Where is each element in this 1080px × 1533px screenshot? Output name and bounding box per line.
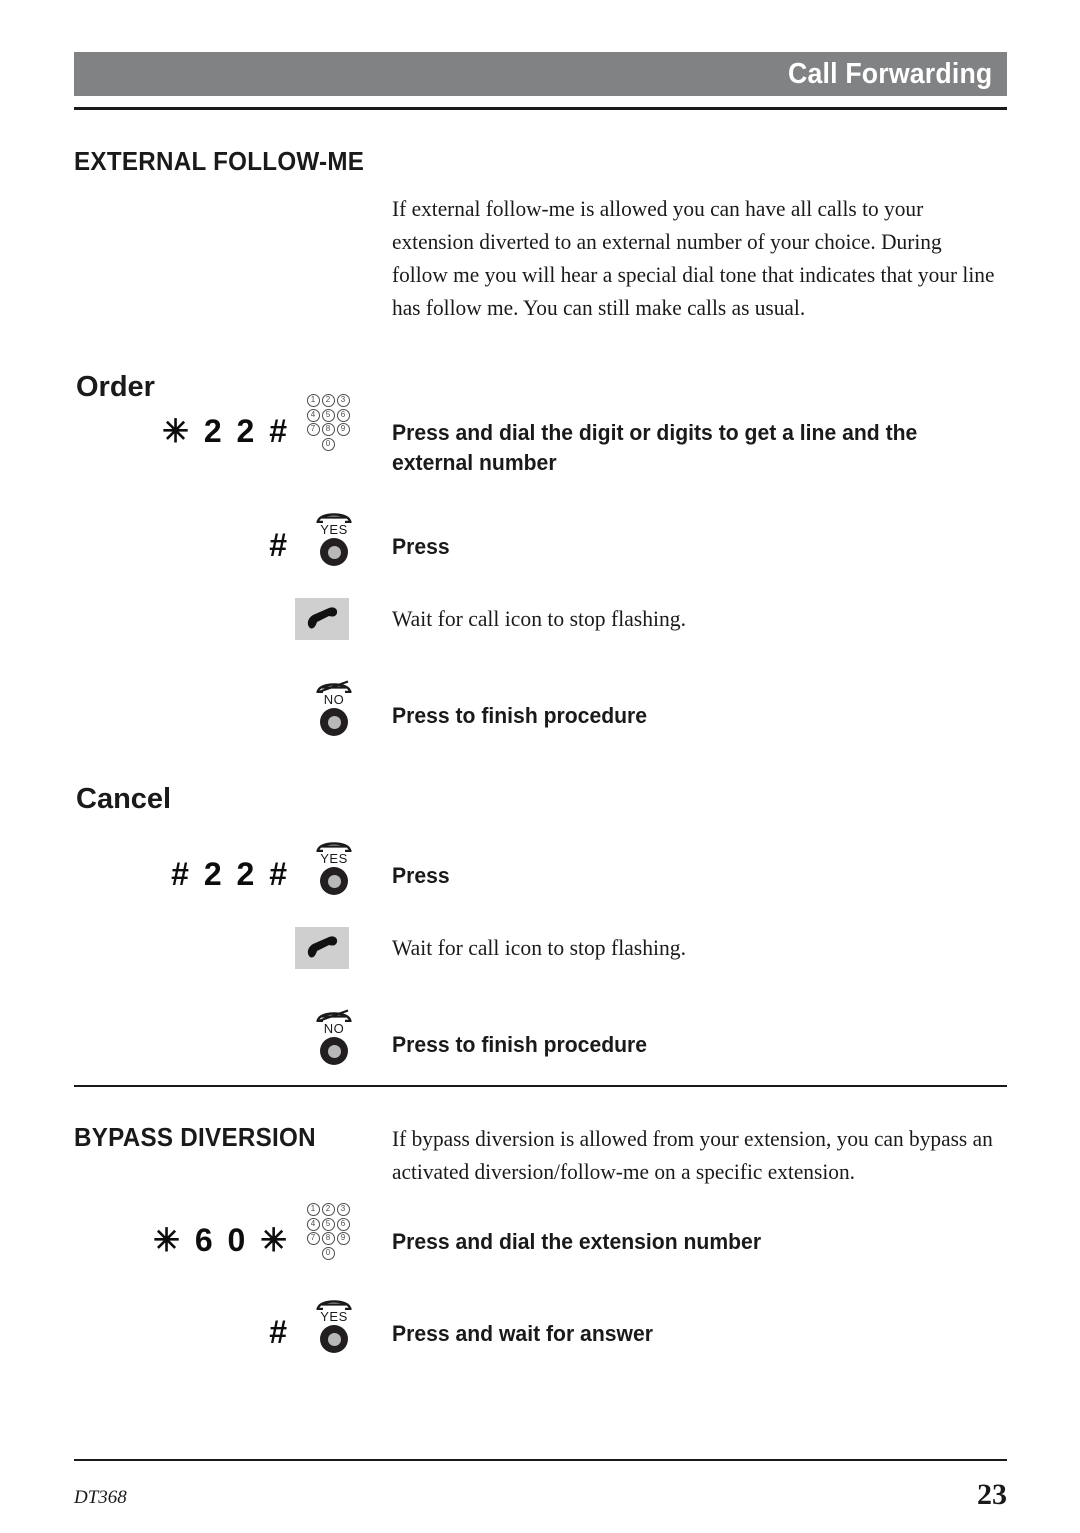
no-button-knob xyxy=(320,1037,348,1065)
keypad-key: 3 xyxy=(336,394,350,407)
yes-button-icon: YES xyxy=(307,838,361,900)
keypad-key: 8 xyxy=(321,423,335,436)
keypad-key: 7 xyxy=(306,423,320,436)
yes-button-label: YES xyxy=(320,851,348,866)
order-step-2-code: # xyxy=(269,527,290,563)
handset-crossed-icon xyxy=(307,1008,361,1022)
yes-button-icon: YES xyxy=(307,509,361,571)
order-step-2-instruction: Press xyxy=(392,534,450,559)
handset-crossed-icon xyxy=(307,679,361,693)
keypad-key-zero: 0 xyxy=(321,437,335,451)
handset-icon xyxy=(307,1296,361,1310)
keypad-key: 6 xyxy=(336,408,350,422)
cancel-step-1-code: # 2 2 # xyxy=(171,856,290,892)
yes-button-label: YES xyxy=(320,1309,348,1324)
yes-button-icon: YES xyxy=(307,1296,361,1358)
no-button-icon: NO xyxy=(307,679,361,741)
keypad-icon: 1 2 3 4 5 6 7 8 9 0 xyxy=(305,1203,351,1261)
keypad-key: 1 xyxy=(306,394,320,407)
bypass-step-1-instruction: Press and dial the extension number xyxy=(392,1229,762,1254)
page-header-title: Call Forwarding xyxy=(787,57,993,90)
cancel-step-3-instruction: Press to finish procedure xyxy=(392,1032,648,1057)
call-handset-icon xyxy=(295,598,349,640)
subsection-heading-cancel: Cancel xyxy=(76,783,172,815)
no-button-label: NO xyxy=(323,692,345,707)
subsection-heading-order: Order xyxy=(76,371,155,403)
order-step-3-instruction: Wait for call icon to stop flashing. xyxy=(392,606,686,631)
bypass-diversion-description: If bypass diversion is allowed from your… xyxy=(392,1126,993,1184)
keypad-icon: 1 2 3 4 5 6 7 8 9 0 xyxy=(305,394,351,452)
page-number: 23 xyxy=(977,1478,1007,1511)
section-divider xyxy=(74,1085,1007,1087)
yes-button-knob xyxy=(320,867,348,895)
keypad-key: 2 xyxy=(321,1203,335,1216)
keypad-key: 4 xyxy=(306,1217,320,1231)
handset-icon xyxy=(307,838,361,852)
order-step-4-instruction: Press to finish procedure xyxy=(392,703,648,728)
keypad-key: 1 xyxy=(306,1203,320,1216)
bypass-step-1-code: ✳ 6 0 ✳ xyxy=(153,1222,290,1258)
no-button-icon: NO xyxy=(307,1008,361,1070)
order-step-1-instruction: Press and dial the digit or digits to ge… xyxy=(392,420,918,475)
yes-button-label: YES xyxy=(320,522,348,537)
order-step-1-code: ✳ 2 2 # xyxy=(162,413,290,449)
keypad-key-zero: 0 xyxy=(321,1246,335,1260)
call-handset-icon xyxy=(295,927,349,969)
bypass-step-2-instruction: Press and wait for answer xyxy=(392,1321,653,1346)
bypass-step-2-code: # xyxy=(269,1314,290,1350)
section-heading-bypass-diversion: BYPASS DIVERSION xyxy=(74,1122,316,1152)
cancel-step-2-instruction: Wait for call icon to stop flashing. xyxy=(392,935,686,960)
header-divider xyxy=(74,107,1007,110)
cancel-step-1-instruction: Press xyxy=(392,863,450,888)
footer-divider xyxy=(74,1459,1007,1461)
page-header-bar: Call Forwarding xyxy=(74,52,1007,96)
keypad-key: 9 xyxy=(336,1232,350,1245)
keypad-key: 2 xyxy=(321,394,335,407)
keypad-key: 5 xyxy=(321,1217,335,1231)
keypad-key: 3 xyxy=(336,1203,350,1216)
section-heading-external-follow-me: EXTERNAL FOLLOW-ME xyxy=(74,146,365,176)
no-button-knob xyxy=(320,708,348,736)
keypad-key: 8 xyxy=(321,1232,335,1245)
keypad-key: 5 xyxy=(321,408,335,422)
keypad-key: 9 xyxy=(336,423,350,436)
handset-icon xyxy=(307,509,361,523)
external-follow-me-description: If external follow-me is allowed you can… xyxy=(392,196,995,320)
manual-page: Call Forwarding EXTERNAL FOLLOW-ME If ex… xyxy=(0,0,1080,1533)
yes-button-knob xyxy=(320,538,348,566)
keypad-key: 7 xyxy=(306,1232,320,1245)
keypad-key: 6 xyxy=(336,1217,350,1231)
yes-button-knob xyxy=(320,1325,348,1353)
keypad-key: 4 xyxy=(306,408,320,422)
no-button-label: NO xyxy=(323,1021,345,1036)
footer-model: DT368 xyxy=(74,1487,127,1508)
